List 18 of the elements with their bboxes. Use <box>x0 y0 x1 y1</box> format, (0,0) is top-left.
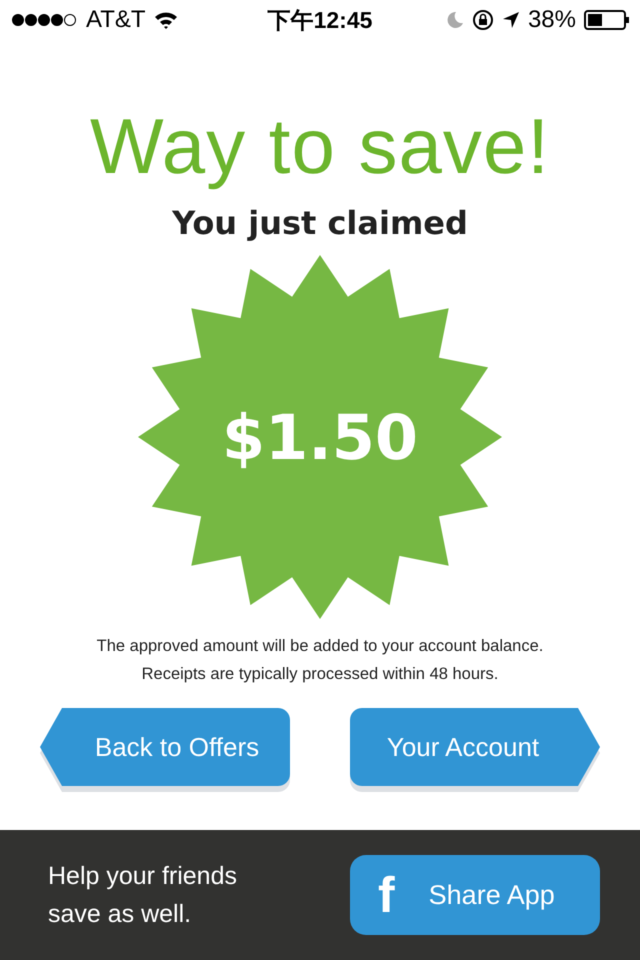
battery-icon <box>584 10 630 30</box>
battery-percent: 38% <box>528 6 576 34</box>
claimed-amount: $1.50 <box>222 400 418 474</box>
moon-icon <box>446 11 464 29</box>
info-text: Receipts are typically processed within 48 hours. <box>142 664 498 685</box>
headline: Way to save! <box>90 101 550 192</box>
footer-text: Help your friends save as well. <box>48 861 238 930</box>
wifi-icon <box>154 11 178 29</box>
carrier: AT&T <box>86 6 146 34</box>
subtitle: You just claimed <box>172 204 468 242</box>
rotation-lock-icon <box>472 9 494 31</box>
share-button[interactable]: f Share App <box>350 855 600 935</box>
info-text: The approved amount will be added to your account balance. <box>96 636 544 657</box>
nav-button[interactable]: Your Account <box>350 708 600 786</box>
clock: 下午12:45 <box>268 6 372 34</box>
location-arrow-icon <box>502 11 520 29</box>
signal-icon <box>12 13 78 27</box>
nav-button[interactable]: Back to Offers <box>40 708 290 786</box>
